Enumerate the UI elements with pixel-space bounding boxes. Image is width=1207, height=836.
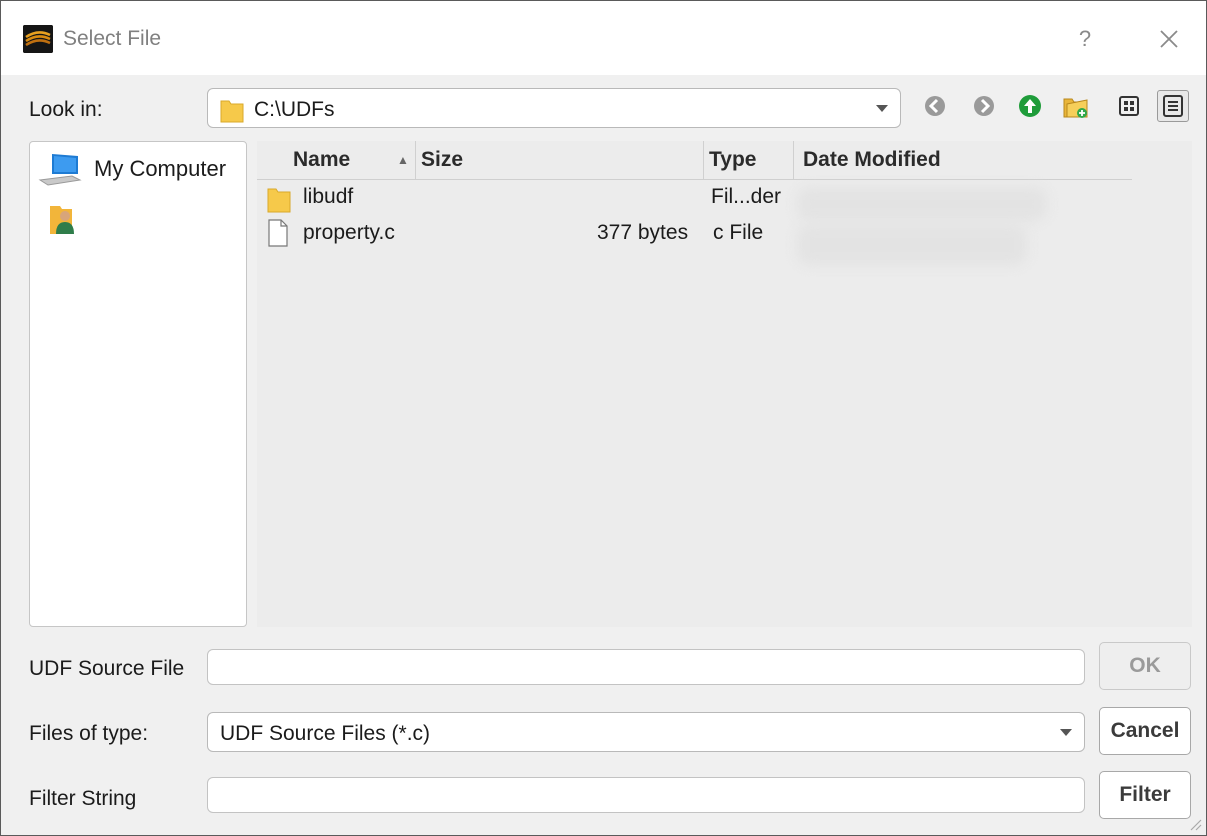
app-logo-icon xyxy=(23,25,53,53)
file-type: c File xyxy=(713,221,764,244)
file-type-selected: UDF Source Files (*.c) xyxy=(220,722,431,745)
up-arrow-icon[interactable] xyxy=(1016,92,1044,120)
obscured-date-modified xyxy=(797,225,1027,265)
back-arrow-icon[interactable] xyxy=(921,92,949,120)
close-button[interactable] xyxy=(1149,23,1189,55)
sidebar-item-user[interactable] xyxy=(38,200,98,240)
look-in-label: Look in: xyxy=(29,98,103,121)
cancel-button[interactable]: Cancel xyxy=(1099,707,1191,755)
file-type-label: Files of type: xyxy=(29,722,149,745)
file-name: property.c xyxy=(303,221,395,244)
column-header-name[interactable]: Name xyxy=(293,141,350,179)
obscured-date-modified xyxy=(797,187,1047,221)
resize-grip-icon[interactable] xyxy=(1188,817,1202,831)
folder-icon xyxy=(267,188,291,213)
file-type-select[interactable]: UDF Source Files (*.c) xyxy=(207,712,1085,752)
file-type: Fil...der xyxy=(711,185,782,208)
close-icon xyxy=(1160,30,1178,48)
file-name: libudf xyxy=(303,185,354,208)
chevron-down-icon xyxy=(1060,729,1072,736)
column-header-type[interactable]: Type xyxy=(709,141,756,179)
column-header-date-modified[interactable]: Date Modified xyxy=(803,141,941,179)
folder-icon xyxy=(220,100,244,123)
sidebar-item-label: My Computer xyxy=(94,156,227,181)
source-file-input[interactable] xyxy=(207,649,1085,685)
new-folder-icon[interactable] xyxy=(1061,92,1089,120)
filter-string-label: Filter String xyxy=(29,787,137,810)
chevron-down-icon xyxy=(876,105,888,112)
column-header-size[interactable]: Size xyxy=(421,141,463,179)
user-folder-icon xyxy=(50,206,74,234)
file-icon xyxy=(268,219,288,247)
places-sidebar: My Computer xyxy=(29,141,247,627)
column-divider[interactable] xyxy=(793,141,794,179)
column-divider[interactable] xyxy=(703,141,704,179)
look-in-combo[interactable]: C:\UDFs xyxy=(207,88,901,128)
list-view-icon xyxy=(1119,96,1139,116)
file-list[interactable]: Name ▲ Size Type Date Modified libudf Fi… xyxy=(257,141,1192,627)
computer-icon xyxy=(38,154,82,186)
detail-view-icon xyxy=(1163,95,1183,117)
help-button[interactable]: ? xyxy=(1065,23,1105,55)
filter-button[interactable]: Filter xyxy=(1099,771,1191,819)
source-file-label: UDF Source File xyxy=(29,657,185,680)
ok-button[interactable]: OK xyxy=(1099,642,1191,690)
list-view-button[interactable] xyxy=(1113,90,1145,122)
sort-ascending-icon: ▲ xyxy=(397,153,409,167)
column-divider[interactable] xyxy=(415,141,416,179)
window-title: Select File xyxy=(63,27,162,50)
header-divider xyxy=(257,179,1132,180)
title-bar: Select File ? xyxy=(1,1,1206,75)
sidebar-item-my-computer[interactable]: My Computer xyxy=(38,150,243,190)
detail-view-button[interactable] xyxy=(1157,90,1189,122)
look-in-path: C:\UDFs xyxy=(254,98,335,121)
forward-arrow-icon[interactable] xyxy=(970,92,998,120)
filter-string-input[interactable] xyxy=(207,777,1085,813)
file-size: 377 bytes xyxy=(597,221,689,244)
select-file-dialog: Select File ? Look in: C:\UDFs My Comput… xyxy=(0,0,1207,836)
